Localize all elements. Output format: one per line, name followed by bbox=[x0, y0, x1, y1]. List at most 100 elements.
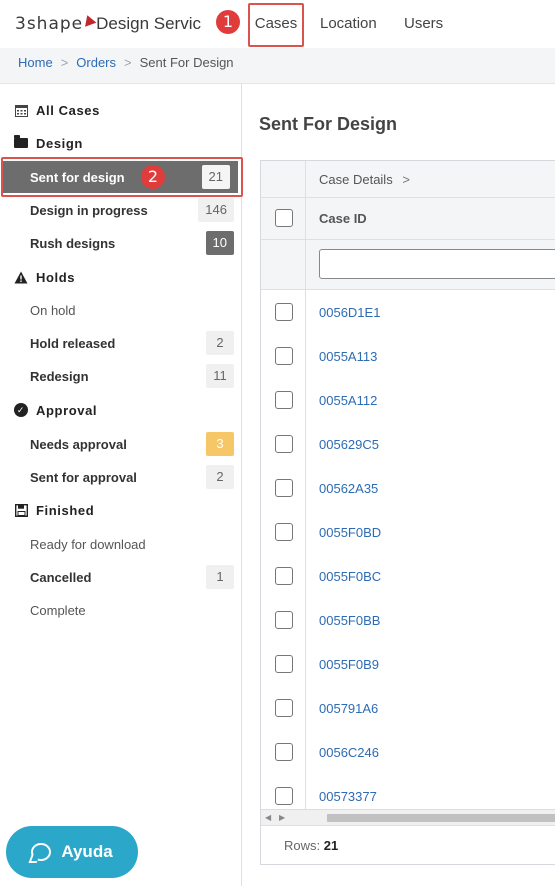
case-id-link[interactable]: 0055F0BB bbox=[319, 613, 380, 628]
sidebar-all-cases[interactable]: All Cases bbox=[0, 94, 242, 126]
table-row[interactable]: 005629C5 bbox=[261, 422, 555, 466]
breadcrumb-home[interactable]: Home bbox=[18, 55, 53, 70]
table-row[interactable]: 00562A35 bbox=[261, 466, 555, 510]
row-checkbox[interactable] bbox=[275, 743, 293, 761]
scroll-right-icon[interactable]: ▶ bbox=[279, 813, 285, 822]
sidebar-item-label: Sent for approval bbox=[30, 469, 137, 485]
rows-count: 21 bbox=[323, 838, 339, 853]
sidebar-item-label: Needs approval bbox=[30, 436, 127, 452]
sidebar-item-label: Complete bbox=[30, 602, 86, 618]
count-badge: 11 bbox=[206, 364, 234, 388]
cases-grid: Case Details > Case ID 0056D1E1 0055A113 0… bbox=[260, 160, 555, 865]
table-row[interactable]: 0055A113 bbox=[261, 334, 555, 378]
column-divider bbox=[305, 378, 306, 422]
case-id-link[interactable]: 0056D1E1 bbox=[319, 305, 380, 320]
sidebar-item-needs-approval[interactable]: Needs approval 3 bbox=[0, 428, 242, 460]
row-checkbox[interactable] bbox=[275, 435, 293, 453]
count-badge: 3 bbox=[206, 432, 234, 456]
count-badge: 1 bbox=[206, 565, 234, 589]
table-row[interactable]: 0055F0B9 bbox=[261, 642, 555, 686]
rows-label: Rows: bbox=[284, 838, 321, 853]
case-id-link[interactable]: 0055A113 bbox=[319, 349, 377, 364]
sidebar-item-hold-released[interactable]: Hold released 2 bbox=[0, 327, 242, 359]
scrollbar-thumb[interactable] bbox=[327, 814, 555, 822]
warning-icon bbox=[12, 271, 30, 284]
sidebar-item-label: Rush designs bbox=[30, 235, 116, 251]
case-id-link[interactable]: 005629C5 bbox=[319, 437, 379, 452]
column-divider bbox=[305, 730, 306, 774]
sidebar-item-complete[interactable]: Complete bbox=[0, 594, 242, 626]
count-badge: 146 bbox=[198, 198, 234, 222]
sidebar-item-design-in-progress[interactable]: Design in progress 146 bbox=[0, 194, 242, 226]
sidebar-item-ready-for-download[interactable]: Ready for download bbox=[0, 528, 242, 560]
sidebar-item-label: Redesign bbox=[30, 368, 89, 384]
sidebar-all-cases-label: All Cases bbox=[36, 102, 100, 118]
column-header-case-id[interactable]: Case ID bbox=[319, 211, 367, 226]
help-button[interactable]: Ayuda bbox=[6, 826, 138, 878]
step-marker-1: 1 bbox=[216, 10, 240, 34]
table-row[interactable]: 0055F0BD bbox=[261, 510, 555, 554]
table-row[interactable]: 0055F0BC bbox=[261, 554, 555, 598]
breadcrumb-current: Sent For Design bbox=[139, 55, 234, 70]
sidebar-section-holds: Holds bbox=[0, 261, 242, 293]
sidebar-item-label: Ready for download bbox=[30, 536, 146, 552]
page-title: Sent For Design bbox=[259, 114, 398, 134]
case-id-link[interactable]: 0055F0BD bbox=[319, 525, 381, 540]
row-checkbox[interactable] bbox=[275, 787, 293, 805]
case-id-link[interactable]: 00562A35 bbox=[319, 481, 378, 496]
sidebar-item-on-hold[interactable]: On hold bbox=[0, 294, 242, 326]
sidebar-item-sent-for-approval[interactable]: Sent for approval 2 bbox=[0, 461, 242, 493]
logo-brand: 3shape bbox=[15, 14, 84, 34]
row-checkbox[interactable] bbox=[275, 479, 293, 497]
sidebar-item-cancelled[interactable]: Cancelled 1 bbox=[0, 561, 242, 593]
nav-tab-location[interactable]: Location bbox=[320, 0, 377, 48]
grid-footer: Rows: 21 bbox=[261, 825, 555, 864]
logo-product: Design Servic bbox=[96, 14, 201, 33]
row-checkbox[interactable] bbox=[275, 523, 293, 541]
case-id-link[interactable]: 00573377 bbox=[319, 789, 377, 804]
table-row[interactable]: 0055A112 bbox=[261, 378, 555, 422]
case-id-link[interactable]: 005791A6 bbox=[319, 701, 378, 716]
nav-tab-users[interactable]: Users bbox=[404, 0, 443, 48]
sidebar-section-finished: Finished bbox=[0, 494, 242, 526]
table-row[interactable]: 0055F0BB bbox=[261, 598, 555, 642]
case-id-link[interactable]: 0055A112 bbox=[319, 393, 377, 408]
group-header-case-details[interactable]: Case Details > bbox=[319, 172, 410, 187]
row-checkbox[interactable] bbox=[275, 699, 293, 717]
table-row[interactable]: 0056D1E1 bbox=[261, 290, 555, 334]
scroll-left-icon[interactable]: ◀ bbox=[265, 813, 271, 822]
row-checkbox[interactable] bbox=[275, 391, 293, 409]
column-divider bbox=[305, 334, 306, 378]
column-divider bbox=[305, 686, 306, 730]
table-row[interactable]: 0056C246 bbox=[261, 730, 555, 774]
breadcrumb-orders[interactable]: Orders bbox=[76, 55, 116, 70]
horizontal-scrollbar[interactable]: ◀ ▶ bbox=[261, 809, 555, 825]
row-checkbox[interactable] bbox=[275, 567, 293, 585]
sidebar-item-label: Hold released bbox=[30, 335, 116, 351]
section-heading: Finished bbox=[36, 502, 95, 518]
count-badge: 2 bbox=[206, 331, 234, 355]
row-checkbox[interactable] bbox=[275, 347, 293, 365]
column-divider bbox=[305, 510, 306, 554]
table-row[interactable]: 005791A6 bbox=[261, 686, 555, 730]
row-checkbox[interactable] bbox=[275, 303, 293, 321]
chat-bubble-icon bbox=[31, 843, 52, 861]
case-id-link[interactable]: 0055F0BC bbox=[319, 569, 381, 584]
column-divider bbox=[305, 161, 306, 198]
select-all-checkbox[interactable] bbox=[275, 209, 293, 227]
case-id-link[interactable]: 0056C246 bbox=[319, 745, 379, 760]
app-logo[interactable]: 3shape Design Servic bbox=[15, 12, 201, 36]
sidebar-item-rush-designs[interactable]: Rush designs 10 bbox=[0, 227, 242, 259]
row-checkbox[interactable] bbox=[275, 655, 293, 673]
sidebar-item-redesign[interactable]: Redesign 11 bbox=[0, 360, 242, 392]
case-id-filter-input[interactable] bbox=[319, 249, 555, 279]
count-badge: 2 bbox=[206, 465, 234, 489]
check-circle-icon: ✓ bbox=[12, 403, 30, 417]
folder-open-icon bbox=[12, 135, 30, 148]
sidebar-section-approval: ✓ Approval bbox=[0, 394, 242, 426]
save-icon bbox=[12, 503, 30, 517]
sidebar-item-label: Cancelled bbox=[30, 569, 92, 585]
row-checkbox[interactable] bbox=[275, 611, 293, 629]
sidebar: All Cases Design Sent for design 21 Desi… bbox=[0, 84, 242, 886]
case-id-link[interactable]: 0055F0B9 bbox=[319, 657, 379, 672]
